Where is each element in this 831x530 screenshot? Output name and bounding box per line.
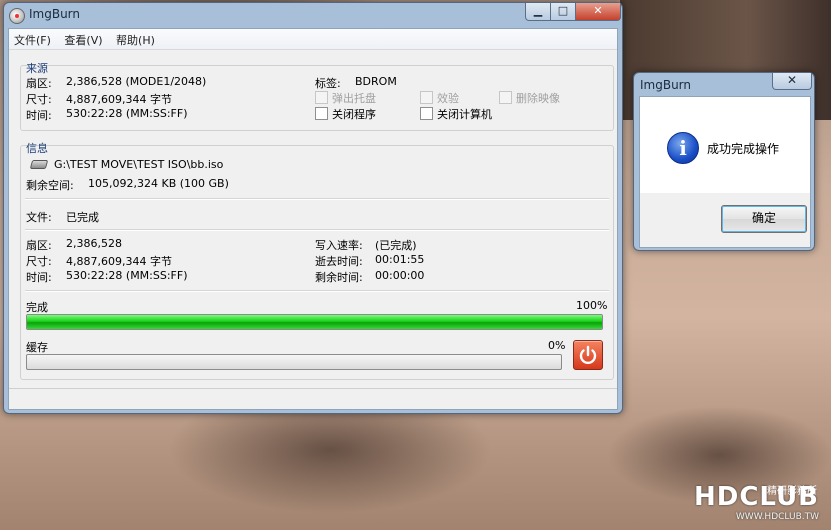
free-space-value: 105,092,324 KB (100 GB) [88, 177, 229, 190]
client-area: 文件(F) 查看(V) 帮助(H) 来源 扇区: 2,386,528 (MODE… [8, 28, 618, 410]
menu-file[interactable]: 文件(F) [9, 29, 56, 48]
dialog-message-area: i 成功完成操作 [640, 97, 810, 193]
delete-image-checkbox: 删除映像 [499, 90, 560, 106]
power-button[interactable] [573, 340, 603, 370]
eject-tray-label: 弹出托盘 [332, 92, 376, 105]
minimize-button[interactable]: ▁ [525, 3, 551, 21]
menu-view[interactable]: 查看(V) [59, 29, 107, 48]
close-program-label: 关闭程序 [332, 108, 376, 121]
remaining-value: 00:00:00 [375, 269, 425, 282]
complete-percent: 100% [576, 299, 608, 312]
buffer-label: 缓存 [26, 341, 48, 354]
separator [25, 229, 609, 231]
elapsed-label: 逝去时间: [315, 255, 363, 268]
complete-progress-bar [26, 314, 603, 330]
shutdown-computer-box[interactable] [420, 107, 433, 120]
imgburn-window: ImgBurn ▁ □ ✕ 文件(F) 查看(V) 帮助(H) 来源 扇区: 2… [3, 2, 623, 414]
info-title: 信息 [26, 142, 48, 155]
free-space-label: 剩余空间: [26, 179, 74, 192]
source-size-label: 尺寸: [26, 93, 52, 106]
complete-progress-fill [27, 315, 602, 329]
menu-help[interactable]: 帮助(H) [111, 29, 160, 48]
info-size-label: 尺寸: [26, 255, 52, 268]
source-time-label: 时间: [26, 109, 52, 122]
write-speed-label: 写入速率: [315, 239, 363, 252]
source-tag-label: 标签: [315, 77, 341, 90]
info-sectors-value: 2,386,528 [66, 237, 122, 250]
menu-bar: 文件(F) 查看(V) 帮助(H) [9, 29, 617, 50]
app-icon[interactable] [9, 8, 25, 24]
info-group: 信息 G:\TEST MOVE\TEST ISO\bb.iso 剩余空间: 10… [20, 142, 614, 380]
status-bar [9, 388, 617, 409]
eject-tray-box [315, 91, 328, 104]
buffer-percent: 0% [548, 339, 566, 352]
source-time-value: 530:22:28 (MM:SS:FF) [66, 107, 188, 120]
source-title: 来源 [26, 62, 48, 75]
verify-checkbox: 效验 [420, 90, 459, 106]
dialog-close-button[interactable]: ✕ [772, 73, 812, 90]
remaining-label: 剩余时间: [315, 271, 363, 284]
drive-icon [29, 160, 49, 169]
watermark-cn: 精研影務所 [767, 486, 817, 497]
maximize-button[interactable]: □ [550, 3, 576, 21]
buffer-progress-bar [26, 354, 562, 370]
title-bar[interactable]: ImgBurn ▁ □ ✕ [4, 3, 622, 27]
delete-image-box [499, 91, 512, 104]
info-icon: i [667, 132, 699, 164]
dialog-message: 成功完成操作 [707, 142, 780, 156]
source-tag-value: BDROM [355, 75, 397, 88]
source-sectors-label: 扇区: [26, 77, 52, 90]
verify-box [420, 91, 433, 104]
info-size-value: 4,887,609,344 字节 [66, 255, 172, 268]
info-sectors-label: 扇区: [26, 239, 52, 252]
close-button[interactable]: ✕ [575, 3, 621, 21]
separator [25, 290, 609, 292]
window-title: ImgBurn [29, 7, 81, 21]
ok-button[interactable]: 确定 [721, 205, 807, 233]
power-icon [579, 345, 597, 365]
shutdown-computer-label: 关闭计算机 [437, 108, 492, 121]
close-program-checkbox[interactable]: 关闭程序 [315, 106, 376, 122]
source-group: 来源 扇区: 2,386,528 (MODE1/2048) 尺寸: 4,887,… [20, 62, 614, 131]
file-label: 文件: [26, 211, 52, 224]
completion-dialog: ImgBurn ✕ i 成功完成操作 确定 [633, 72, 815, 251]
info-path: G:\TEST MOVE\TEST ISO\bb.iso [54, 158, 224, 171]
dialog-title: ImgBurn [640, 78, 692, 92]
watermark-url: WWW.HDCLUB.TW [735, 512, 819, 522]
source-sectors-value: 2,386,528 (MODE1/2048) [66, 75, 207, 88]
close-program-box[interactable] [315, 107, 328, 120]
delete-image-label: 删除映像 [516, 92, 560, 105]
verify-label: 效验 [437, 92, 459, 105]
complete-label: 完成 [26, 301, 48, 314]
info-time-label: 时间: [26, 271, 52, 284]
write-speed-value: (已完成) [375, 239, 417, 252]
watermark: HDCLUB WWW.HDCLUB.TW 精研影務所 [694, 482, 819, 522]
elapsed-value: 00:01:55 [375, 253, 425, 266]
shutdown-computer-checkbox[interactable]: 关闭计算机 [420, 106, 492, 122]
source-size-value: 4,887,609,344 字节 [66, 93, 172, 106]
info-time-value: 530:22:28 (MM:SS:FF) [66, 269, 188, 282]
separator [25, 198, 609, 200]
file-value: 已完成 [66, 211, 99, 224]
eject-tray-checkbox: 弹出托盘 [315, 90, 376, 106]
dialog-body: i 成功完成操作 确定 [639, 96, 811, 248]
